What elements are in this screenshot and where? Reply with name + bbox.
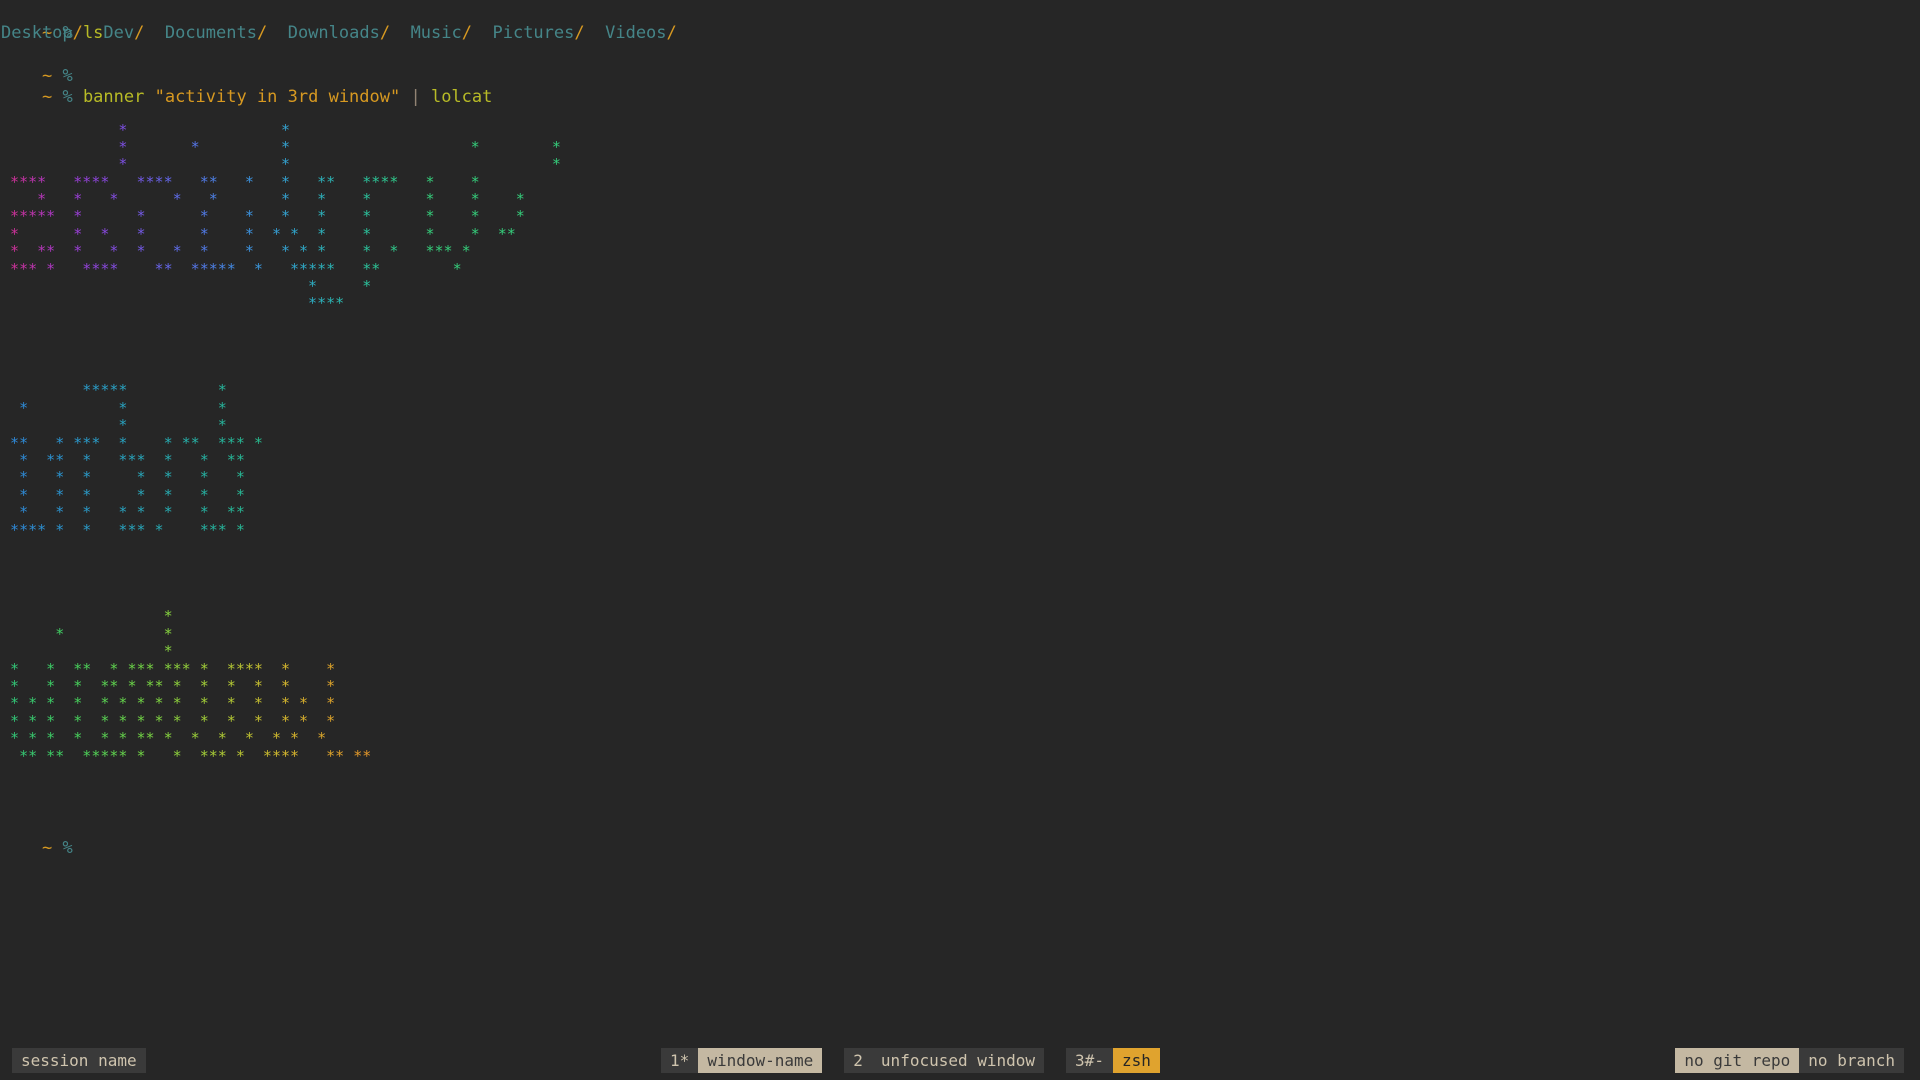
banner-row: * * * * * * * * * * * * **: [10, 224, 516, 243]
banner-spacer: [1, 348, 1920, 365]
banner-row: *** * **** ** ***** * ***** ** *: [10, 259, 462, 278]
banner-row: * * *: [118, 155, 561, 174]
banner-argument-string: "activity in 3rd window": [154, 86, 401, 107]
banner-row: ** * *** * * ** *** *: [10, 433, 263, 452]
ls-entry-dev: Dev: [103, 23, 135, 44]
prompt-tilde: ~: [41, 86, 53, 107]
banner-row: *: [163, 607, 173, 626]
window-name[interactable]: window-name: [698, 1048, 823, 1073]
ls-output-row: Desktop/ Dev/ Documents/ Downloads/ Musi…: [0, 23, 1920, 44]
ls-entry-slash: /: [256, 23, 268, 44]
banner-row: * * * * * * * **: [19, 503, 245, 522]
window-name[interactable]: unfocused window: [871, 1048, 1045, 1073]
status-chip-no-branch[interactable]: no branch: [1799, 1048, 1904, 1073]
ls-entry-slash: /: [72, 23, 83, 44]
window-index[interactable]: 1*: [661, 1048, 699, 1073]
banner-row: * ** * *** * * **: [19, 450, 245, 469]
ls-entry-slash: /: [574, 23, 585, 44]
banner-row: * *: [55, 624, 173, 643]
banner-row: * * * * *: [118, 137, 561, 156]
prompt-line-banner: ~ % banner "activity in 3rd window" | lo…: [0, 66, 1920, 107]
pipe-operator: |: [400, 86, 431, 107]
ls-entry-slash: /: [134, 23, 145, 44]
ls-entry-slash: /: [461, 23, 472, 44]
banner-row: ***** * * * * * * * * * *: [10, 207, 525, 226]
prompt-percent: %: [62, 65, 73, 86]
banner-ascii-output: * * * * * * * * * * **** **** **** ** * …: [0, 87, 1920, 817]
prompt-percent: %: [62, 86, 73, 107]
status-chip-no-git-repo[interactable]: no git repo: [1675, 1048, 1800, 1073]
command-banner: banner: [72, 86, 155, 107]
window-tab-1[interactable]: 1* window-name: [661, 1048, 823, 1073]
ls-entry-documents: Documents: [164, 23, 257, 44]
prompt-tilde: ~: [41, 838, 53, 859]
banner-spacer: [1, 782, 1920, 799]
banner-spacer: [1, 330, 1920, 347]
banner-spacer: [1, 800, 1920, 817]
terminal-screen: ~ % ls Desktop/ Dev/ Documents/ Download…: [0, 0, 1920, 1080]
banner-spacer: [1, 765, 1920, 782]
banner-row: * * ** * *** *** * **** * *: [10, 659, 336, 678]
prompt-tilde: ~: [41, 65, 53, 86]
banner-row: * * * ** * ** * * * * * *: [10, 677, 336, 696]
prompt-line-trailing: ~ %: [0, 817, 1920, 858]
ls-entry-music: Music: [410, 23, 462, 44]
ls-entry-slash: /: [666, 23, 677, 44]
banner-row: ** ** ***** * * *** * **** ** **: [19, 746, 372, 765]
ls-entry-pictures: Pictures: [492, 23, 575, 44]
banner-spacer: [1, 365, 1920, 382]
ls-entry-slash: /: [379, 23, 391, 44]
banner-spacer: [1, 539, 1920, 556]
status-left: session name: [0, 1048, 146, 1073]
prompt-line-empty: ~ %: [0, 44, 1920, 86]
banner-row: ****: [308, 294, 345, 313]
banner-spacer: [1, 313, 1920, 330]
status-window-list: 1* window-name 2 unfocused window 3#- zsh: [146, 1048, 1676, 1073]
banner-spacer: [1, 574, 1920, 591]
banner-row: ***** *: [82, 381, 227, 400]
ls-entry-desktop: Desktop: [1, 23, 73, 44]
prompt-percent: %: [62, 838, 73, 859]
banner-row: * * *: [19, 398, 227, 417]
banner-row: * * * * * * *: [19, 485, 245, 504]
banner-row: * * * * * * ** * * * * * * *: [10, 729, 327, 748]
banner-row: * *: [308, 277, 372, 296]
banner-row: * * * * * * * * * * * * * * *: [10, 694, 336, 713]
status-right: no git repo no branch: [1675, 1048, 1920, 1073]
ls-entry-downloads: Downloads: [287, 23, 380, 44]
banner-row: * * * * * * * * * * *: [37, 190, 525, 209]
window-name[interactable]: zsh: [1112, 1048, 1160, 1073]
banner-row: * *: [118, 120, 290, 139]
window-index[interactable]: 2: [844, 1048, 872, 1073]
banner-row: **** * * *** * *** *: [10, 520, 245, 539]
ls-entry-videos: Videos: [605, 23, 667, 44]
banner-row: * ** * * * * * * * * * * * *** *: [10, 242, 471, 261]
command-lolcat: lolcat: [430, 86, 493, 107]
banner-spacer: [1, 591, 1920, 608]
banner-row: **** **** **** ** * * ** **** * *: [10, 172, 480, 191]
session-name-chip[interactable]: session name: [12, 1048, 146, 1073]
banner-row: * * * * * * *: [19, 468, 245, 487]
banner-spacer: [1, 556, 1920, 573]
banner-row: *: [163, 642, 173, 661]
window-tab-2[interactable]: 2 unfocused window: [844, 1048, 1045, 1073]
banner-row: * * * * * * * * * * * * * * *: [10, 711, 336, 730]
window-index[interactable]: 3#-: [1066, 1048, 1113, 1073]
window-tab-3[interactable]: 3#- zsh: [1066, 1048, 1160, 1073]
tmux-status-bar: session name 1* window-name 2 unfocused win…: [0, 1048, 1920, 1073]
prompt-line-ls: ~ % ls: [0, 2, 1920, 43]
banner-row: * *: [118, 416, 227, 435]
